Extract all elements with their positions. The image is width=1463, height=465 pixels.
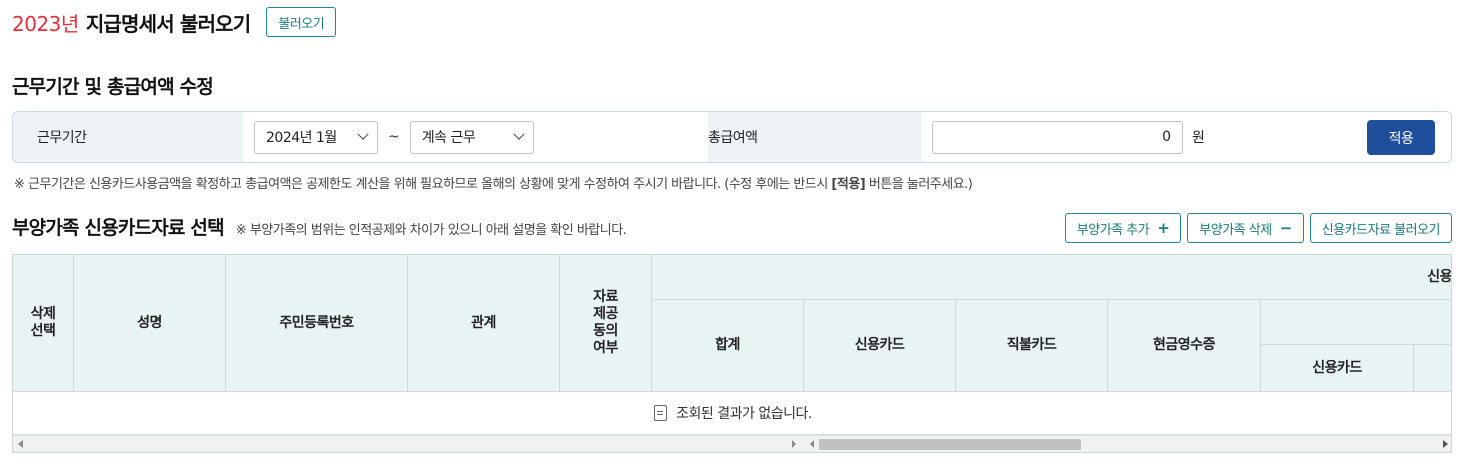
col-sub-credit-card: 신용카드	[1261, 345, 1414, 392]
load-statement-button[interactable]: 불러오기	[266, 7, 337, 37]
col-resident-number: 주민등록번호	[226, 255, 408, 392]
scroll-left-small-icon	[810, 440, 814, 448]
start-month-select[interactable]: 2024년 1월	[254, 120, 378, 154]
period-separator: ~	[388, 129, 400, 145]
period-note: ※ 근무기간은 신용카드사용금액을 확정하고 총급여액은 공제한도 계산을 위해…	[14, 177, 973, 192]
col-name: 성명	[74, 255, 226, 392]
total-salary-input[interactable]: 0	[932, 120, 1183, 154]
col-total: 합계	[652, 300, 804, 392]
start-month-value: 2024년 1월	[266, 130, 337, 146]
period-label: 근무기간	[13, 112, 243, 162]
col-group-credit: 신용	[652, 255, 1451, 300]
dependents-table: 삭제 선택 성명 주민등록번호 관계 자료 제공 동의 여부 신용 합계 신용카…	[12, 254, 1452, 453]
col-delete-select: 삭제 선택	[13, 255, 74, 392]
page-header: 2023년 지급명세서 불러오기 불러오기	[12, 6, 337, 38]
chevron-down-icon	[357, 128, 369, 140]
page-title: 지급명세서 불러오기	[85, 11, 251, 36]
period-field: 2024년 1월 ~ 계속 근무	[243, 112, 708, 162]
end-month-select[interactable]: 계속 근무	[409, 120, 534, 154]
won-unit: 원	[1192, 130, 1205, 146]
dependents-header: 부양가족 신용카드자료 선택 ※ 부양가족의 범위는 인적공제와 차이가 있으니…	[12, 213, 627, 240]
col-debit-card: 직불카드	[956, 300, 1108, 392]
col-consent: 자료 제공 동의 여부	[560, 255, 652, 392]
period-form: 근무기간 2024년 1월 ~ 계속 근무 총급여액 0 원 적용	[12, 111, 1452, 163]
delete-dependent-button[interactable]: 부양가족 삭제 −	[1187, 213, 1304, 243]
scroll-right-arrow-icon[interactable]	[1443, 440, 1448, 448]
scroll-left-arrow-icon[interactable]	[18, 440, 23, 448]
salary-field: 0 원 적용	[922, 112, 1451, 162]
salary-label: 총급여액	[708, 130, 758, 146]
empty-result-row: 조회된 결과가 없습니다.	[13, 392, 1451, 435]
col-cash-receipt: 현금영수증	[1108, 300, 1261, 392]
minus-icon: −	[1279, 219, 1293, 237]
year-label: 2023년	[12, 11, 79, 36]
chevron-down-icon	[513, 128, 525, 140]
document-icon	[654, 405, 668, 421]
col-sub-next	[1414, 345, 1451, 392]
horizontal-scrollbar[interactable]	[13, 435, 1451, 452]
apply-button[interactable]: 적용	[1367, 120, 1435, 155]
col-relation: 관계	[408, 255, 560, 392]
plus-icon: +	[1157, 219, 1170, 237]
dependents-note: ※ 부양가족의 범위는 인적공제와 차이가 있으니 아래 설명을 확인 바랍니다…	[235, 223, 627, 238]
dependents-section-title: 부양가족 신용카드자료 선택	[12, 217, 225, 239]
scrollbar-thumb[interactable]	[819, 439, 1081, 450]
add-dependent-button[interactable]: 부양가족 추가 +	[1064, 213, 1182, 243]
scroll-right-small-icon	[792, 440, 796, 448]
salary-label-cell: 총급여액	[708, 112, 922, 162]
col-subgroup	[1261, 300, 1451, 345]
empty-message: 조회된 결과가 없습니다.	[676, 406, 812, 422]
load-card-data-button[interactable]: 신용카드자료 불러오기	[1309, 213, 1452, 243]
col-credit-card: 신용카드	[804, 300, 956, 392]
period-section-title: 근무기간 및 총급여액 수정	[12, 76, 214, 98]
end-month-value: 계속 근무	[421, 130, 476, 146]
dependents-actions: 부양가족 추가 + 부양가족 삭제 − 신용카드자료 불러오기	[1064, 213, 1452, 243]
